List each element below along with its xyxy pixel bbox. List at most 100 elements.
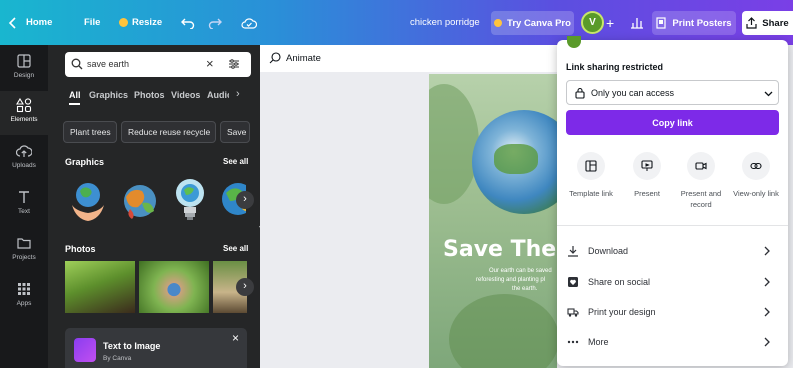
try-canva-pro-label: Try Canva Pro — [507, 17, 571, 29]
chevron-right-icon — [764, 337, 770, 347]
present-icon — [633, 152, 661, 180]
row-label: Print your design — [588, 307, 656, 317]
action-label: View-only link — [733, 189, 779, 198]
poster-earth-land — [494, 144, 538, 174]
poster-page[interactable]: Save The E Our earth can be saved refore… — [429, 74, 557, 368]
avatar[interactable]: V — [581, 11, 604, 34]
chevron-right-icon: › — [243, 193, 247, 205]
search-input[interactable] — [87, 56, 197, 72]
home-label: Home — [26, 17, 53, 28]
animate-label: Animate — [286, 52, 321, 64]
top-bar: Home File Resize chicken porridge Try Ca… — [0, 0, 793, 45]
graphics-see-all[interactable]: See all — [223, 157, 248, 166]
download-row[interactable]: Download — [567, 236, 778, 266]
tab-photos[interactable]: Photos — [134, 90, 165, 100]
photos-see-all[interactable]: See all — [223, 244, 248, 253]
template-link-action[interactable]: Template link — [561, 152, 621, 199]
chip-reduce-reuse-recycle[interactable]: Reduce reuse recycle — [121, 121, 216, 143]
chip-save[interactable]: Save — [220, 121, 250, 143]
rail-label: Text — [18, 208, 30, 215]
chip-label: Save — [227, 127, 247, 137]
chip-label: Reduce reuse recycle — [128, 127, 211, 137]
filter-icon[interactable] — [228, 58, 240, 70]
copy-link-button[interactable]: Copy link — [566, 110, 779, 135]
chevron-right-icon — [764, 277, 770, 287]
heart-square-icon — [568, 277, 578, 287]
print-your-design-row[interactable]: Print your design — [567, 297, 778, 327]
row-label: More — [588, 337, 609, 347]
chevron-right-icon — [764, 307, 770, 317]
undo-icon — [181, 18, 195, 29]
download-icon — [568, 246, 578, 257]
share-menu-header-avatar — [567, 36, 581, 48]
row-label: Share on social — [588, 277, 651, 287]
resize-button[interactable]: Resize — [119, 0, 162, 45]
print-posters-button[interactable]: Print Posters — [652, 11, 736, 35]
clear-search-icon[interactable]: × — [206, 56, 214, 72]
redo-button[interactable] — [208, 0, 222, 45]
graphic-earth-hands[interactable] — [66, 175, 110, 227]
resize-label: Resize — [132, 17, 163, 28]
redo-icon — [208, 18, 222, 29]
tabs-scroll-right-icon[interactable]: › — [236, 88, 240, 100]
poster-leaves-bottom — [449, 294, 557, 368]
try-canva-pro-button[interactable]: Try Canva Pro — [491, 11, 574, 35]
photo-earth-in-hands[interactable] — [139, 261, 209, 313]
file-menu[interactable]: File — [84, 0, 100, 45]
tab-graphics[interactable]: Graphics — [89, 90, 128, 100]
more-row[interactable]: More — [567, 327, 778, 357]
rail-item-uploads[interactable]: Uploads — [0, 137, 48, 181]
graphics-scroll-right[interactable]: › — [236, 191, 254, 209]
view-only-link-action[interactable]: View-only link — [724, 152, 788, 199]
rail-item-elements[interactable]: Elements — [0, 91, 48, 135]
animate-button-layer[interactable]: Animate — [269, 50, 321, 66]
action-label-line-1: Present and — [680, 189, 722, 198]
template-icon — [577, 152, 605, 180]
action-label-line-2: record — [690, 200, 712, 209]
crown-icon — [494, 19, 503, 27]
graphic-earth-colorful[interactable] — [118, 179, 162, 225]
promo-title: Text to Image — [103, 341, 161, 351]
rail-item-apps[interactable]: Apps — [0, 275, 48, 319]
earth-in-hands-graphic — [72, 183, 104, 221]
cloud-save-button[interactable] — [241, 0, 257, 45]
share-on-social-row[interactable]: Share on social — [567, 267, 778, 297]
home-button[interactable]: Home — [8, 0, 52, 45]
close-icon[interactable]: × — [232, 331, 239, 345]
upload-cloud-icon — [16, 145, 32, 157]
colorful-earth-graphic — [124, 185, 156, 219]
chip-plant-trees[interactable]: Plant trees — [63, 121, 117, 143]
tab-all[interactable]: All — [69, 90, 81, 100]
photos-scroll-right[interactable]: › — [236, 278, 254, 296]
link-sharing-label: Link sharing restricted — [566, 62, 664, 72]
avatar-initial: V — [589, 17, 596, 28]
rail-item-design[interactable]: Design — [0, 47, 48, 91]
apps-grid-icon — [18, 283, 30, 295]
undo-button[interactable] — [181, 0, 195, 45]
search-icon — [71, 58, 83, 70]
text-to-image-promo[interactable]: Text to Image By Canva × — [65, 328, 247, 368]
action-label: Present — [634, 189, 660, 198]
share-button[interactable]: Share — [742, 11, 793, 35]
folder-icon — [17, 238, 31, 249]
present-action[interactable]: Present — [617, 152, 677, 199]
search-box[interactable]: × — [65, 52, 251, 77]
upload-icon — [746, 17, 757, 29]
photo-seedling-hands[interactable] — [65, 261, 135, 313]
tab-audio[interactable]: Audio — [207, 90, 229, 100]
share-label: Share — [762, 17, 789, 29]
rail-item-text[interactable]: Text — [0, 183, 48, 227]
plus-icon: + — [606, 14, 615, 31]
present-and-record-action[interactable]: Present and record — [671, 152, 731, 210]
elements-panel: × All Graphics Photos Videos Audio › Pla… — [48, 45, 260, 368]
rail-label: Projects — [12, 254, 36, 261]
graphic-earth-bulb[interactable] — [170, 175, 210, 227]
insights-button[interactable] — [630, 0, 644, 45]
print-icon — [656, 17, 667, 29]
poster-leaves-left — [429, 84, 479, 204]
add-collaborator-button[interactable]: + — [606, 0, 614, 45]
tab-videos[interactable]: Videos — [171, 90, 200, 100]
access-dropdown[interactable]: Only you can access — [566, 80, 779, 105]
rail-item-projects[interactable]: Projects — [0, 229, 48, 273]
design-title[interactable]: chicken porridge — [410, 0, 480, 45]
